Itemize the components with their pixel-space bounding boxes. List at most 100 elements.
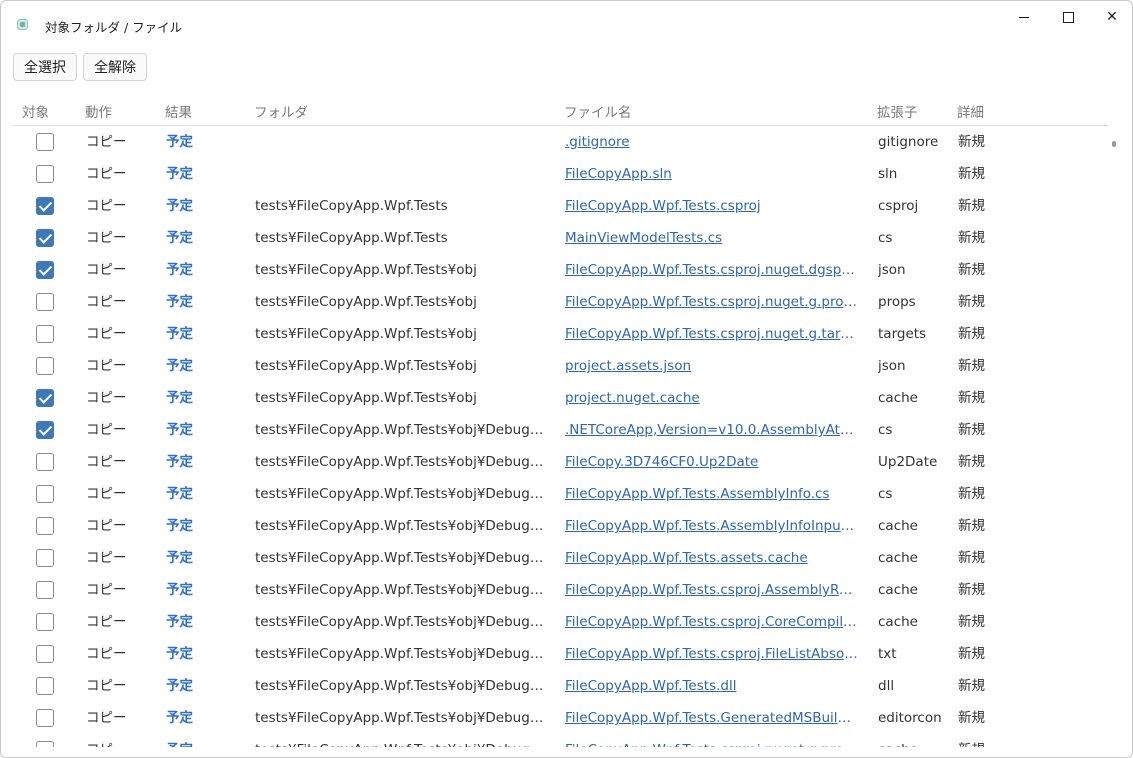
target-checkbox[interactable] [36,325,54,343]
cell-action: コピー [86,742,156,747]
cell-ext: editorcon [878,710,942,726]
target-checkbox[interactable] [36,645,54,663]
cell-detail: 新規 [958,678,985,694]
target-checkbox[interactable] [36,357,54,375]
table-row[interactable]: コピー 予定 .gitignore gitignore 新規 [13,126,1108,158]
table-row[interactable]: コピー 予定 tests¥FileCopyApp.Wpf.Tests¥obj File… [13,286,1108,318]
target-checkbox[interactable] [36,741,54,747]
header-target[interactable]: 対象 [22,101,49,121]
target-checkbox[interactable] [36,709,54,727]
scrollbar-thumb[interactable] [1112,141,1116,147]
cell-ext: cs [878,422,893,438]
table-row[interactable]: コピー 予定 tests¥FileCopyApp.Wpf.Tests¥obj¥Deb… [13,638,1108,670]
cell-file-link[interactable]: FileCopyApp.Wpf.Tests.GeneratedMSBuildEd… [565,710,858,727]
maximize-button[interactable] [1046,1,1090,33]
cell-ext: cache [878,614,918,630]
cell-file-link[interactable]: FileCopyApp.Wpf.Tests.csproj.CoreCompile… [565,614,858,631]
table-row[interactable]: コピー 予定 tests¥FileCopyApp.Wpf.Tests¥obj proj… [13,382,1108,414]
cell-file-link[interactable]: FileCopy.3D746CF0.Up2Date [565,454,858,471]
cell-detail: 新規 [958,134,985,150]
cell-detail: 新規 [958,582,985,598]
table-row[interactable]: コピー 予定 tests¥FileCopyApp.Wpf.Tests¥obj¥Deb… [13,734,1108,747]
target-checkbox[interactable] [36,613,54,631]
title-bar[interactable]: 対象フォルダ / ファイル ✕ [1,1,1132,47]
cell-result: 予定 [166,742,236,747]
table-row[interactable]: コピー 予定 tests¥FileCopyApp.Wpf.Tests¥obj proj… [13,350,1108,382]
target-checkbox[interactable] [36,197,54,215]
target-checkbox[interactable] [36,549,54,567]
table-row[interactable]: コピー 予定 tests¥FileCopyApp.Wpf.Tests¥obj¥Deb… [13,510,1108,542]
cell-result: 予定 [166,518,193,534]
table-body[interactable]: コピー 予定 .gitignore gitignore 新規 コピー 予定 FileCopyA… [13,126,1108,747]
minimize-button[interactable] [1002,1,1046,33]
table-row[interactable]: コピー 予定 tests¥FileCopyApp.Wpf.Tests¥obj¥Deb… [13,670,1108,702]
cell-file-link[interactable]: FileCopyApp.Wpf.Tests.csproj.AssemblyRef… [565,582,858,599]
target-checkbox[interactable] [36,293,54,311]
cell-file-link[interactable]: FileCopyApp.Wpf.Tests.csproj.nuget.dgspe… [565,262,858,279]
cell-file-link[interactable]: FileCopyApp.Wpf.Tests.assets.cache [565,550,858,567]
cell-file-link[interactable]: FileCopyApp.Wpf.Tests.csproj.nuget.g.pro… [565,742,858,747]
table-row[interactable]: コピー 予定 tests¥FileCopyApp.Wpf.Tests¥obj¥Deb… [13,446,1108,478]
header-action[interactable]: 動作 [85,101,112,121]
cell-file-link[interactable]: project.assets.json [565,358,858,375]
cell-result: 予定 [166,326,193,342]
cell-file-link[interactable]: project.nuget.cache [565,390,858,407]
cell-ext: cache [878,582,918,598]
table-row[interactable]: コピー 予定 tests¥FileCopyApp.Wpf.Tests¥obj File… [13,254,1108,286]
cell-file-link[interactable]: MainViewModelTests.cs [565,230,858,247]
cell-action: コピー [86,198,127,214]
table-row[interactable]: コピー 予定 tests¥FileCopyApp.Wpf.Tests¥obj¥Deb… [13,414,1108,446]
target-checkbox[interactable] [36,133,54,151]
table-row[interactable]: コピー 予定 FileCopyApp.sln sln 新規 [13,158,1108,190]
table-row[interactable]: コピー 予定 tests¥FileCopyApp.Wpf.Tests¥obj¥Deb… [13,606,1108,638]
cell-action: コピー [86,710,127,726]
target-checkbox[interactable] [36,229,54,247]
cell-ext: Up2Date [878,454,938,470]
cell-file-link[interactable]: .NETCoreApp,Version=v10.0.AssemblyAttrib… [565,422,858,439]
cell-file-link[interactable]: FileCopyApp.Wpf.Tests.csproj.nuget.g.tar… [565,326,858,343]
close-button[interactable]: ✕ [1090,1,1132,33]
target-checkbox[interactable] [36,453,54,471]
target-checkbox[interactable] [36,261,54,279]
header-detail[interactable]: 詳細 [957,101,984,121]
header-file[interactable]: ファイル名 [564,101,632,121]
cell-file-link[interactable]: FileCopyApp.Wpf.Tests.csproj.FileListAbs… [565,646,858,663]
cell-file-link[interactable]: .gitignore [565,134,858,151]
cell-file-link[interactable]: FileCopyApp.Wpf.Tests.csproj.nuget.g.pro… [565,294,858,311]
target-checkbox[interactable] [36,485,54,503]
target-checkbox[interactable] [36,677,54,695]
deselect-all-button[interactable]: 全解除 [83,53,147,81]
select-all-button[interactable]: 全選択 [13,53,77,81]
cell-file-link[interactable]: FileCopyApp.sln [565,166,858,183]
cell-file-link[interactable]: FileCopyApp.Wpf.Tests.AssemblyInfo.cs [565,486,858,503]
cell-action: コピー [86,166,127,182]
cell-ext: json [878,262,906,278]
cell-folder: tests¥FileCopyApp.Wpf.Tests¥obj¥Debug¥ne… [255,422,547,438]
cell-action: コピー [86,262,127,278]
cell-file-link[interactable]: FileCopyApp.Wpf.Tests.csproj [565,198,858,215]
table-row[interactable]: コピー 予定 tests¥FileCopyApp.Wpf.Tests¥obj File… [13,318,1108,350]
cell-folder: tests¥FileCopyApp.Wpf.Tests¥obj [255,262,477,278]
table-row[interactable]: コピー 予定 tests¥FileCopyApp.Wpf.Tests¥obj¥Deb… [13,574,1108,606]
cell-file-link[interactable]: FileCopyApp.Wpf.Tests.AssemblyInfoInputs… [565,518,858,535]
table-row[interactable]: コピー 予定 tests¥FileCopyApp.Wpf.Tests¥obj¥Deb… [13,702,1108,734]
cell-ext: cache [878,518,918,534]
target-checkbox[interactable] [36,421,54,439]
target-checkbox[interactable] [36,165,54,183]
target-checkbox[interactable] [36,581,54,599]
cell-result: 予定 [166,294,193,310]
header-result[interactable]: 結果 [165,101,192,121]
table-row[interactable]: コピー 予定 tests¥FileCopyApp.Wpf.Tests¥obj¥Deb… [13,478,1108,510]
cell-detail: 新規 [958,486,985,502]
cell-folder: tests¥FileCopyApp.Wpf.Tests¥obj¥Debug¥ne… [255,486,547,502]
table-row[interactable]: コピー 予定 tests¥FileCopyApp.Wpf.Tests¥obj¥Deb… [13,542,1108,574]
cell-folder: tests¥FileCopyApp.Wpf.Tests¥obj¥Debug¥ne… [255,454,547,470]
table-row[interactable]: コピー 予定 tests¥FileCopyApp.Wpf.Tests FileCopy… [13,190,1108,222]
cell-ext: cache [878,742,948,747]
header-ext[interactable]: 拡張子 [877,101,918,121]
cell-file-link[interactable]: FileCopyApp.Wpf.Tests.dll [565,678,858,695]
table-row[interactable]: コピー 予定 tests¥FileCopyApp.Wpf.Tests MainView… [13,222,1108,254]
target-checkbox[interactable] [36,517,54,535]
target-checkbox[interactable] [36,389,54,407]
header-folder[interactable]: フォルダ [254,101,308,121]
